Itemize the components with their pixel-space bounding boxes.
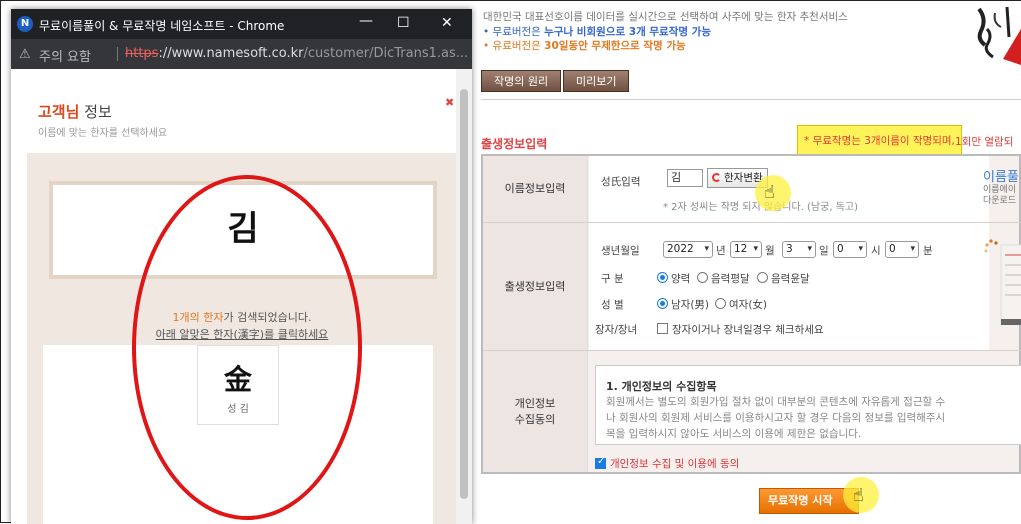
refresh-icon <box>712 173 721 182</box>
close-window-icon[interactable]: ✕ <box>441 15 453 31</box>
side-promo[interactable]: 이름풀 이름에이 다운로드 <box>983 166 1021 221</box>
url-text[interactable]: https://www.namesoft.co.kr/customer/DicT… <box>125 46 468 61</box>
birth-info-form: 이름정보입력 성氏입력 김 한자변환 * 2자 성씨는 작명 되지 않습니다. … <box>481 154 1021 474</box>
close-popup-icon[interactable]: ✖ <box>445 96 454 109</box>
hour-select[interactable]: 0 <box>833 241 867 258</box>
privacy-text: 나 회원사의 회원제 서비스를 이용하시고자 할 경우 다음의 정보를 입력해주… <box>606 412 946 424</box>
minimize-icon[interactable]: — <box>359 13 373 29</box>
popup-scrollbar[interactable] <box>456 69 472 524</box>
month-select[interactable]: 12 <box>730 241 762 258</box>
divider <box>481 99 1021 100</box>
popup-subheading: 이름에 맞는 한자를 선택하세요 <box>38 128 168 139</box>
warning-icon: ⚠ <box>19 47 31 62</box>
preview-tab-button[interactable]: 미리보기 <box>563 70 630 92</box>
privacy-policy-box[interactable]: 1. 개인정보의 수집항목 회원께서는 별도의 회원가입 절차 없이 대부분의 … <box>595 365 1021 445</box>
screenshot-frame: 대한민국 대표선호이름 데이터를 실시간으로 선택하여 사주에 맞는 한자 추천… <box>0 0 1021 524</box>
spinner-and-preview <box>984 239 1021 325</box>
side-promo-text: 이름에이 <box>983 185 1017 195</box>
month-unit: 월 <box>765 245 775 257</box>
surname-label: 성氏입력 <box>601 176 641 188</box>
maximize-icon[interactable]: ☐ <box>397 15 410 31</box>
day-select[interactable]: 3 <box>782 241 816 258</box>
principle-tab-button[interactable]: 작명의 원리 <box>481 70 562 92</box>
name-row-label: 이름정보입력 <box>483 156 588 222</box>
solar-option-label: 양력 <box>671 273 691 285</box>
surname-input[interactable]: 김 <box>667 169 703 187</box>
main-page: 대한민국 대표선호이름 데이터를 실시간으로 선택하여 사주에 맞는 한자 추천… <box>471 1 1021 524</box>
day-unit: 일 <box>819 245 829 257</box>
calligraphy-logo <box>977 6 1021 65</box>
hour-unit: 시 <box>871 245 881 257</box>
side-promo-text: 다운로드 <box>983 196 1017 206</box>
privacy-text: 회원께서는 별도의 회원가입 절차 없이 대부분의 콘텐츠에 자유롭게 접근할 … <box>606 396 946 408</box>
scrollbar-thumb[interactable] <box>460 89 468 499</box>
privacy-agree-checkbox[interactable] <box>595 456 606 469</box>
popup-heading: 고객님 정보 <box>38 103 112 121</box>
privacy-text: 목을 입력하시지 않아도 서비스의 이용에 제한은 없습니다. <box>606 428 862 440</box>
gender-label: 성 별 <box>601 299 624 311</box>
lunar-normal-option-label: 음력평달 <box>711 273 750 285</box>
minute-select[interactable]: 0 <box>885 241 919 258</box>
side-promo-title: 이름풀 <box>983 170 1019 185</box>
address-bar[interactable]: ⚠ 주의 요함 https://www.namesoft.co.kr/custo… <box>11 39 472 69</box>
annotation-circle <box>132 175 362 520</box>
free-version-note: • 무료버전은 누구나 비회원으로 3개 무료작명 가능 <box>483 26 711 38</box>
service-intro: 대한민국 대표선호이름 데이터를 실시간으로 선택하여 사주에 맞는 한자 추천… <box>483 11 848 23</box>
window-title: 무료이름풀이 & 무료작명 네임소프트 - Chrome <box>39 19 285 33</box>
year-unit: 년 <box>716 245 726 257</box>
paid-version-note: • 유료버전은 30일동안 무제한으로 작명 가능 <box>483 40 686 52</box>
window-titlebar[interactable]: N 무료이름풀이 & 무료작명 네임소프트 - Chrome — ☐ ✕ <box>11 9 472 39</box>
lunar-leap-option-label: 음력윤달 <box>771 273 810 285</box>
eldest-option-label: 장자이거나 장녀일경우 체크하세요 <box>672 324 824 336</box>
privacy-title: 1. 개인정보의 수집항목 <box>606 380 717 393</box>
section-title: 출생정보입력 <box>481 137 548 151</box>
calendar-label: 구 분 <box>601 273 624 285</box>
privacy-row-label: 개인정보 수집동의 <box>483 351 588 472</box>
lunar-leap-radio[interactable] <box>757 272 768 283</box>
hand-cursor-icon: ☝ <box>853 485 864 506</box>
birth-row: 생년월일 2022 년 12 월 3 일 0 시 0 분 구 분 양력 음력평달… <box>589 223 989 350</box>
birth-row-label: 출생정보입력 <box>483 223 588 350</box>
female-radio[interactable] <box>715 298 726 309</box>
divider <box>117 47 118 61</box>
free-notice-badge: * 무료작명는 3개이름이 작명되며, <box>797 125 962 155</box>
birthdate-label: 생년월일 <box>601 245 640 257</box>
solar-radio[interactable] <box>657 272 668 283</box>
free-notice-continued: 1회만 열람되 <box>955 136 1014 148</box>
minute-unit: 분 <box>923 245 933 257</box>
male-radio[interactable] <box>657 298 668 309</box>
female-option-label: 여자(女) <box>729 299 768 311</box>
year-select[interactable]: 2022 <box>663 241 713 258</box>
hand-cursor-icon: ☝ <box>764 182 775 203</box>
privacy-agree-label: 개인정보 수집 및 이용에 동의 <box>610 458 740 470</box>
eldest-label: 장자/장녀 <box>595 324 638 336</box>
eldest-checkbox[interactable] <box>657 323 668 334</box>
security-warning[interactable]: 주의 요함 <box>39 46 91 65</box>
male-option-label: 남자(男) <box>671 299 710 311</box>
site-logo-icon: N <box>17 16 33 32</box>
lunar-normal-radio[interactable] <box>697 272 708 283</box>
